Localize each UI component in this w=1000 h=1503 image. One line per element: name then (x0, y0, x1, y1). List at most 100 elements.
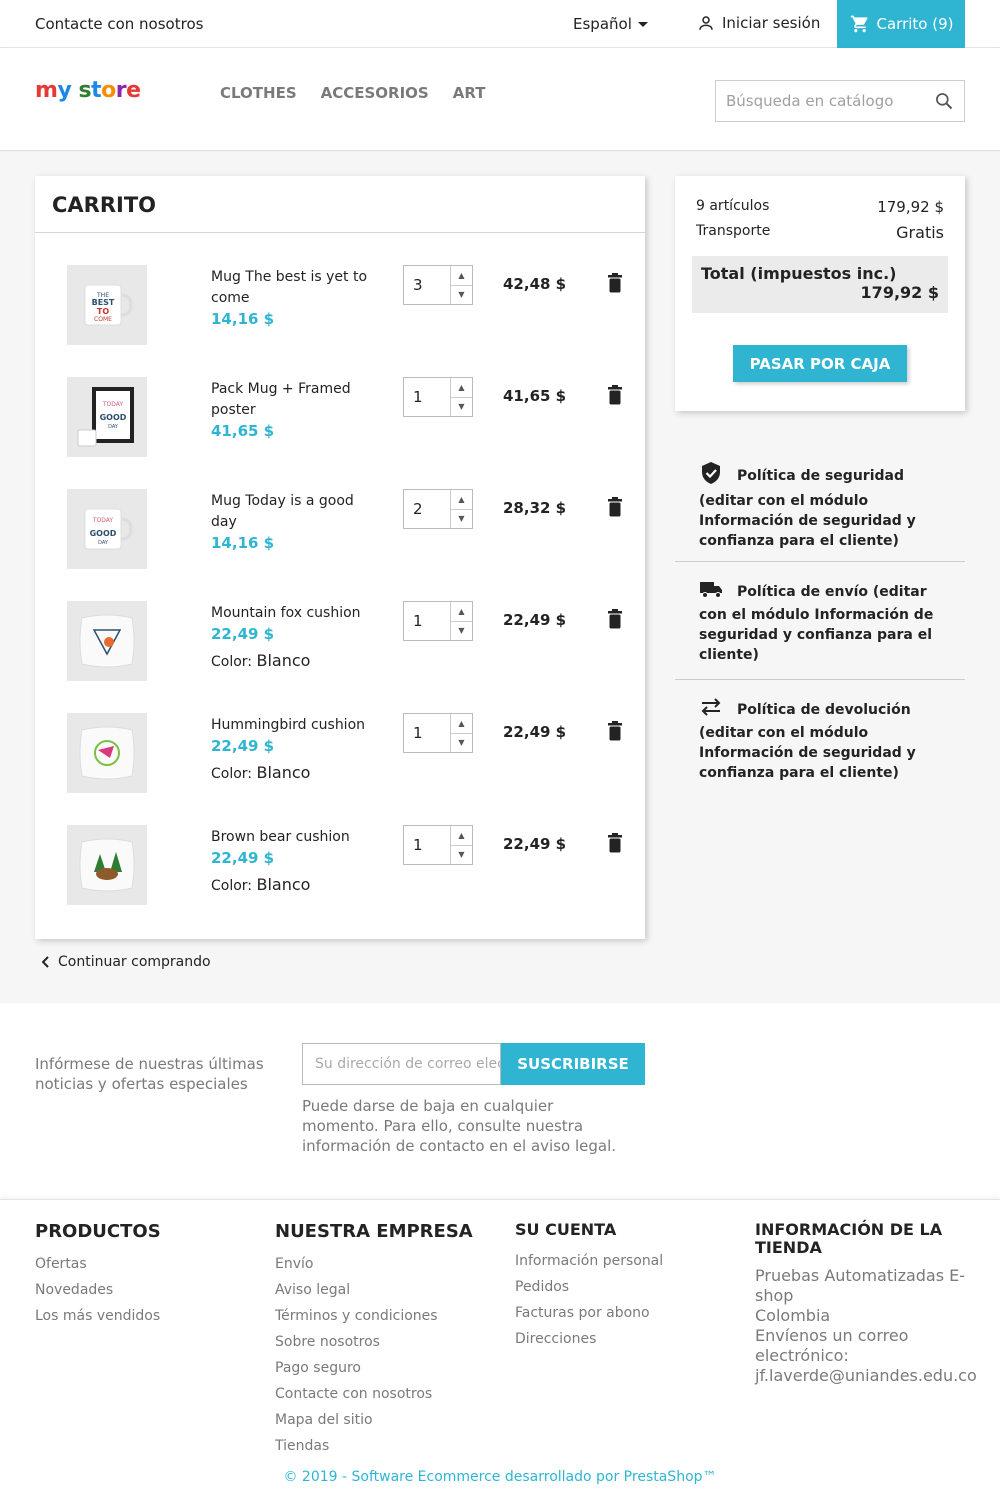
footer-link[interactable]: Contacte con nosotros (275, 1381, 495, 1407)
product-name[interactable]: Pack Mug + Framed poster (211, 381, 351, 418)
store-logo[interactable]: my store (35, 78, 141, 103)
contact-link[interactable]: Contacte con nosotros (35, 15, 203, 33)
footer-company: NUESTRA EMPRESA Envío Aviso legal Términ… (275, 1221, 495, 1459)
product-info: Mountain fox cushion 22,49 $ Color: Blan… (211, 603, 371, 673)
cart-button[interactable]: Carrito (9) (837, 0, 965, 48)
menu-item-art[interactable]: ART (453, 84, 486, 102)
footer-link[interactable]: Ofertas (35, 1251, 255, 1277)
chevron-down-icon[interactable]: ▼ (451, 846, 472, 865)
product-name[interactable]: Hummingbird cushion (211, 717, 365, 733)
summary-shipping-row: Transporte Gratis (696, 223, 944, 242)
footer-link[interactable]: Información personal (515, 1248, 735, 1274)
footer-link[interactable]: Envío (275, 1251, 495, 1277)
svg-text:COME: COME (94, 316, 112, 323)
shipping-label: Transporte (696, 223, 771, 239)
footer-link[interactable]: Direcciones (515, 1326, 735, 1352)
divider (675, 561, 965, 562)
cart-line-item: THE BEST TO COME Mug The best is yet to com… (35, 265, 645, 377)
menu-item-accesorios[interactable]: ACCESORIOS (321, 84, 429, 102)
quantity-input[interactable] (404, 714, 450, 752)
quantity-input[interactable] (404, 266, 450, 304)
hummingbird-cushion-icon[interactable] (67, 713, 147, 793)
footer-link[interactable]: Sobre nosotros (275, 1329, 495, 1355)
login-link[interactable]: Iniciar sesión (697, 14, 820, 32)
chevron-down-icon[interactable]: ▼ (451, 622, 472, 641)
user-icon (699, 16, 713, 30)
reassurance-return: Política de devolución (editar con el mó… (675, 697, 965, 783)
continue-shopping-link[interactable]: Continuar comprando (42, 954, 211, 970)
quantity-input[interactable] (404, 378, 450, 416)
chevron-up-icon[interactable]: ▲ (451, 378, 472, 398)
footer-link[interactable]: Tiendas (275, 1433, 495, 1459)
product-price: 22,49 $ (211, 737, 275, 755)
quantity-stepper: ▲▼ (403, 265, 473, 305)
search-box (715, 80, 965, 122)
copyright[interactable]: © 2019 - Software Ecommerce desarrollado… (0, 1469, 1000, 1485)
trash-icon[interactable] (607, 273, 623, 297)
product-info: Mug Today is a good day 14,16 $ (211, 491, 371, 554)
quantity-input[interactable] (404, 490, 450, 528)
cart-label: Carrito (9) (876, 15, 954, 33)
product-name[interactable]: Mountain fox cushion (211, 605, 361, 621)
trash-icon[interactable] (607, 385, 623, 409)
chevron-down-icon[interactable]: ▼ (451, 286, 472, 305)
mug-best-icon[interactable]: THE BEST TO COME (67, 265, 147, 345)
menu-item-clothes[interactable]: CLOTHES (220, 84, 297, 102)
chevron-down-icon[interactable]: ▼ (451, 734, 472, 753)
mug-today-icon[interactable]: TODAY GOOD DAY (67, 489, 147, 569)
total-box: Total (impuestos inc.) 179,92 $ (692, 256, 948, 313)
subscribe-button[interactable]: SUSCRIBIRSE (501, 1043, 645, 1085)
chevron-up-icon[interactable]: ▲ (451, 266, 472, 286)
cart-summary: 9 artículos 179,92 $ Transporte Gratis Tot… (675, 176, 965, 411)
product-name[interactable]: Mug The best is yet to come (211, 269, 367, 306)
trash-icon[interactable] (607, 609, 623, 633)
cart-line-item: Mountain fox cushion 22,49 $ Color: Blan… (35, 601, 645, 713)
line-total: 42,48 $ (503, 275, 567, 293)
checkout-button[interactable]: PASAR POR CAJA (733, 345, 907, 382)
newsletter-note: Puede darse de baja en cualquier momento… (302, 1097, 617, 1155)
chevron-left-icon (42, 956, 49, 968)
product-name[interactable]: Mug Today is a good day (211, 493, 354, 530)
summary-items-row: 9 artículos 179,92 $ (696, 198, 944, 216)
quantity-input[interactable] (404, 826, 450, 864)
footer-products: PRODUCTOS Ofertas Novedades Los más vend… (35, 1221, 255, 1329)
store-email[interactable]: jf.laverde@uniandes.edu.co (755, 1366, 977, 1386)
trash-icon[interactable] (607, 721, 623, 745)
swap-arrows-icon (699, 697, 723, 723)
footer-link[interactable]: Los más vendidos (35, 1303, 255, 1329)
chevron-up-icon[interactable]: ▲ (451, 826, 472, 846)
product-info: Mug The best is yet to come 14,16 $ (211, 267, 371, 330)
search-icon[interactable] (934, 91, 954, 111)
footer-link[interactable]: Pago seguro (275, 1355, 495, 1381)
chevron-down-icon[interactable]: ▼ (451, 398, 472, 417)
footer-link[interactable]: Términos y condiciones (275, 1303, 495, 1329)
framed-poster-icon[interactable]: TODAY GOOD DAY (67, 377, 147, 457)
chevron-up-icon[interactable]: ▲ (451, 602, 472, 622)
product-name[interactable]: Brown bear cushion (211, 829, 350, 845)
fox-cushion-icon[interactable] (67, 601, 147, 681)
footer-account-title: SU CUENTA (515, 1220, 617, 1239)
bear-cushion-icon[interactable] (67, 825, 147, 905)
search-input[interactable] (726, 92, 934, 110)
language-selector[interactable]: Español (573, 15, 648, 33)
product-attribute: Color: Blanco (211, 875, 311, 894)
chevron-up-icon[interactable]: ▲ (451, 490, 472, 510)
trash-icon[interactable] (607, 833, 623, 857)
footer-link[interactable]: Aviso legal (275, 1277, 495, 1303)
chevron-up-icon[interactable]: ▲ (451, 714, 472, 734)
product-price: 22,49 $ (211, 849, 275, 867)
total-value: 179,92 $ (860, 283, 939, 302)
trash-icon[interactable] (607, 497, 623, 521)
footer-link[interactable]: Novedades (35, 1277, 255, 1303)
items-label: 9 artículos (696, 198, 770, 214)
footer-link[interactable]: Facturas por abono (515, 1300, 735, 1326)
footer-store-title: INFORMACIÓN DE LA TIENDA (755, 1220, 943, 1257)
main-content: CARRITO THE BEST TO COME Mug The best is ye… (0, 152, 1000, 1003)
main-menu: CLOTHES ACCESORIOS ART (220, 84, 485, 102)
footer-link[interactable]: Mapa del sitio (275, 1407, 495, 1433)
chevron-down-icon[interactable]: ▼ (451, 510, 472, 529)
quantity-input[interactable] (404, 602, 450, 640)
svg-text:GOOD: GOOD (100, 413, 127, 422)
newsletter-email-input[interactable]: Su dirección de correo electrónico (302, 1043, 501, 1085)
footer-link[interactable]: Pedidos (515, 1274, 735, 1300)
